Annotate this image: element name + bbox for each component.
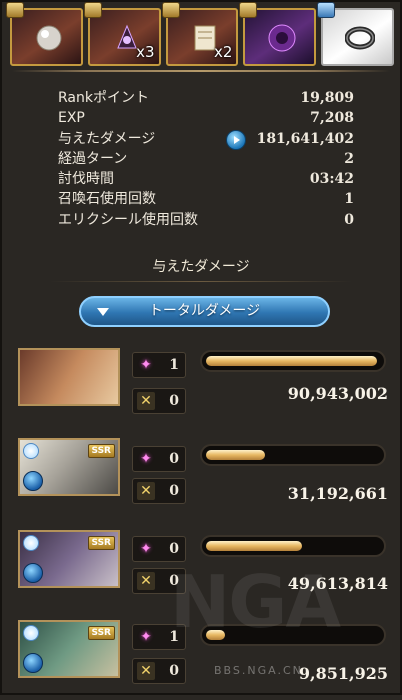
stat-row-turns: 経過ターン 2	[58, 149, 354, 169]
damage-bar-fill	[206, 541, 302, 551]
stat-label: エリクシール使用回数	[58, 211, 198, 228]
character-portrait: SSR	[18, 438, 120, 496]
treasure-chest-icon	[161, 2, 180, 18]
purple-sphere-icon	[268, 24, 296, 52]
light-element-icon	[23, 443, 39, 459]
chain-count: 0	[169, 663, 179, 679]
skill-orb-icon	[23, 653, 43, 673]
crossed-swords-icon: ✕	[137, 482, 155, 500]
ability-count-box: ✦ 0	[132, 536, 186, 562]
treasure-chest-icon	[239, 2, 258, 18]
rarity-badge: SSR	[87, 626, 115, 640]
section-divider	[50, 281, 352, 282]
damage-value: 9,851,925	[298, 664, 388, 683]
damage-bar-fill	[206, 356, 377, 366]
damage-value: 31,192,661	[287, 484, 388, 503]
rarity-badge: SSR	[87, 444, 115, 458]
character-portrait	[18, 348, 120, 406]
character-row-2[interactable]: SSR ✦ 0 ✕ 0 31,192,661	[18, 438, 394, 518]
ornate-divider	[12, 70, 390, 72]
dropdown-label: トータルダメージ	[148, 303, 261, 319]
stat-row-clear-time: 討伐時間 03:42	[58, 169, 354, 189]
stat-row-rank-points: Rankポイント 19,809	[58, 88, 354, 108]
reward-item-5[interactable]	[317, 2, 394, 66]
damage-bar	[200, 350, 386, 372]
light-element-icon	[23, 535, 39, 551]
treasure-chest-icon	[83, 2, 102, 18]
crystal-orb-icon	[36, 25, 62, 51]
stat-row-exp: EXP 7,208	[58, 108, 354, 128]
skill-orb-icon	[23, 563, 43, 583]
character-portrait: SSR	[18, 620, 120, 678]
character-portrait: SSR	[18, 530, 120, 588]
stat-value: 181,641,402	[256, 130, 354, 147]
reward-strip: x3 x2	[6, 2, 394, 66]
stat-label: 与えたダメージ	[58, 130, 156, 147]
damage-section-title: 与えたダメージ	[152, 259, 250, 275]
ability-count: 1	[169, 357, 179, 373]
sparkle-icon: ✦	[140, 541, 152, 557]
sparkle-icon: ✦	[140, 357, 152, 373]
damage-type-dropdown[interactable]: トータルダメージ	[79, 296, 330, 327]
chain-count: 0	[169, 483, 179, 499]
stat-label: Rankポイント	[58, 90, 149, 106]
chevron-down-icon	[97, 308, 109, 316]
stat-row-damage-dealt: 与えたダメージ 181,641,402	[58, 129, 354, 150]
stat-value: 19,809	[300, 90, 354, 106]
chain-count: 0	[169, 393, 179, 409]
ring-icon	[345, 26, 376, 50]
sparkle-icon: ✦	[140, 451, 152, 467]
stat-label: EXP	[58, 110, 85, 127]
ability-count: 0	[169, 541, 179, 557]
reward-qty: x3	[136, 43, 155, 61]
stat-value: 0	[344, 211, 354, 228]
treasure-chest-icon	[6, 2, 24, 18]
rarity-badge: SSR	[87, 536, 115, 550]
stat-row-summon-uses: 召喚石使用回数 1	[58, 189, 354, 209]
stat-value: 1	[344, 191, 354, 208]
reward-item-4[interactable]	[239, 2, 317, 66]
play-icon[interactable]	[226, 129, 246, 150]
stat-label: 討伐時間	[58, 171, 114, 188]
watermark-url: BBS.NGA.CN	[214, 664, 303, 677]
crossed-swords-icon: ✕	[137, 572, 155, 590]
ability-count-box: ✦ 0	[132, 446, 186, 472]
chain-count-box: ✕ 0	[132, 388, 186, 414]
reward-item-3[interactable]: x2	[161, 2, 239, 66]
result-stats: Rankポイント 19,809 EXP 7,208 与えたダメージ 181,64…	[58, 88, 354, 230]
sparkle-icon: ✦	[140, 629, 152, 645]
damage-bar	[200, 535, 386, 557]
reward-item-1[interactable]	[6, 2, 83, 66]
stat-row-elixir-uses: エリクシール使用回数 0	[58, 210, 354, 230]
character-row-1[interactable]: ✦ 1 ✕ 0 90,943,002	[18, 348, 394, 428]
crossed-swords-icon: ✕	[137, 662, 155, 680]
light-element-icon	[23, 625, 39, 641]
skill-orb-icon	[23, 471, 43, 491]
damage-bar	[200, 444, 386, 466]
chain-count-box: ✕ 0	[132, 658, 186, 684]
watermark-logo: NGA	[170, 560, 341, 644]
ability-count: 0	[169, 451, 179, 467]
ability-count-box: ✦ 1	[132, 352, 186, 378]
treasure-chest-icon	[317, 2, 336, 18]
stat-value: 2	[344, 150, 354, 167]
reward-qty: x2	[213, 43, 233, 61]
crossed-swords-icon: ✕	[137, 392, 155, 410]
damage-value: 90,943,002	[287, 384, 388, 403]
stat-label: 経過ターン	[58, 150, 128, 167]
stat-value: 7,208	[310, 110, 354, 127]
damage-bar-fill	[206, 450, 265, 460]
chain-count-box: ✕ 0	[132, 478, 186, 504]
stat-label: 召喚石使用回数	[58, 191, 156, 208]
stat-value: 03:42	[309, 171, 354, 188]
reward-item-2[interactable]: x3	[83, 2, 161, 66]
